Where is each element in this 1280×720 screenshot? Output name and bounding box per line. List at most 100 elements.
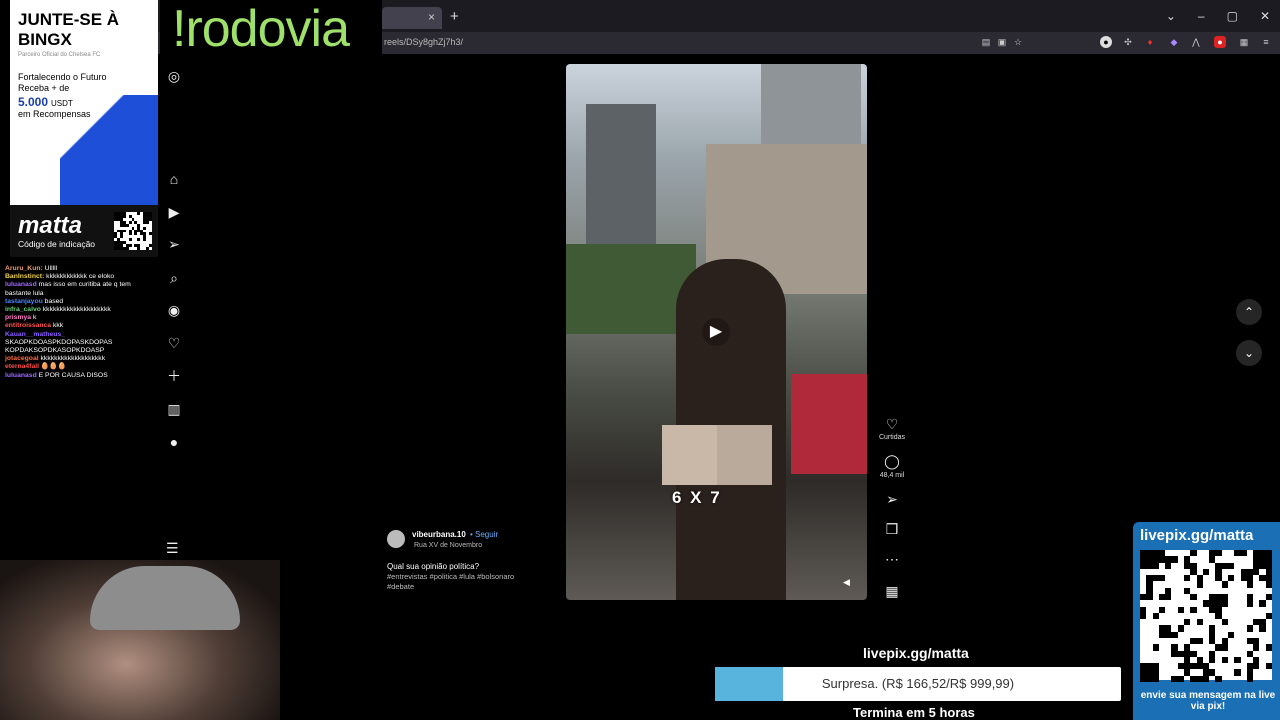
- search-icon[interactable]: ⌕: [166, 270, 182, 286]
- extension-off-icon[interactable]: ▦: [1238, 36, 1250, 48]
- author-name[interactable]: vibeurbana.10: [412, 530, 466, 539]
- goal-time-left: Termina em 5 horas: [853, 705, 975, 720]
- qr-module: [128, 244, 132, 248]
- audio-thumb-icon[interactable]: ▦: [884, 583, 900, 600]
- candidate-photos: [662, 425, 772, 485]
- qr-module: [125, 223, 129, 227]
- follow-button[interactable]: • Seguir: [470, 530, 498, 539]
- qr-module: [119, 235, 123, 239]
- chat-username: eterna4fall: [5, 363, 41, 371]
- qr-module: [1246, 625, 1254, 632]
- save-icon[interactable]: ❒: [884, 521, 900, 538]
- previous-reel-button[interactable]: ⌃: [1236, 299, 1262, 325]
- more-options-icon[interactable]: ⋯: [884, 551, 900, 568]
- qr-module: [1246, 675, 1254, 682]
- ad-qr-code: [114, 212, 152, 250]
- menu-icon[interactable]: ≡: [1260, 36, 1272, 48]
- qr-module: [1221, 600, 1228, 607]
- qr-footer: envie sua mensagem na live via pix!: [1140, 690, 1276, 712]
- building-tower: [761, 64, 861, 154]
- qr-module: [1177, 675, 1184, 682]
- home-icon[interactable]: ⌂: [166, 171, 182, 187]
- url-text[interactable]: reels/DSy8ghZj7h3/: [384, 37, 463, 47]
- create-icon[interactable]: ＋: [166, 368, 182, 384]
- dashboard-icon[interactable]: ▥: [166, 401, 182, 417]
- minimize-button[interactable]: –: [1198, 9, 1205, 23]
- qr-module: [1228, 575, 1235, 582]
- share-icon[interactable]: ➢: [884, 491, 900, 508]
- qr-module: [1190, 594, 1197, 601]
- ad-amount-row: 5.000 USDT: [18, 95, 73, 109]
- adblock-icon[interactable]: ●: [1214, 36, 1226, 48]
- explore-icon[interactable]: ◉: [166, 302, 182, 318]
- chat-text: 🥚🥚🥚: [40, 363, 67, 371]
- qr-module: [1152, 562, 1159, 569]
- stream-logo: !rodovia: [160, 0, 382, 62]
- play-icon[interactable]: ▶: [702, 318, 730, 346]
- likes-label: Curtidas: [878, 434, 906, 441]
- qr-module: [1265, 594, 1272, 601]
- qr-module: [1246, 600, 1254, 607]
- chat-text: based: [44, 297, 64, 305]
- chat-message: luluanasd E POR CAUSA DISOS: [5, 372, 155, 380]
- mute-icon[interactable]: ◀: [843, 577, 850, 588]
- notifications-icon[interactable]: ♡: [166, 335, 182, 351]
- qr-module: [137, 247, 141, 250]
- reels-icon[interactable]: ▶: [166, 204, 182, 220]
- chat-message: luluanasd mas isso em curitiba ate q tem…: [5, 281, 155, 297]
- qr-module: [1234, 669, 1241, 676]
- chat-text: Ulllll: [44, 265, 58, 272]
- qr-module: [1158, 606, 1166, 613]
- comments-count: 48,4 mil: [879, 472, 905, 479]
- qr-module: [146, 247, 150, 250]
- pocket-icon[interactable]: ▣: [996, 36, 1008, 48]
- qr-module: [1171, 556, 1178, 563]
- qr-module: [1196, 638, 1203, 645]
- instagram-logo-icon[interactable]: ◎: [166, 68, 182, 84]
- author-avatar[interactable]: [387, 530, 405, 548]
- messages-icon[interactable]: ➢: [166, 236, 182, 252]
- bookmark-star-icon[interactable]: ☆: [1012, 36, 1024, 48]
- next-reel-button[interactable]: ⌄: [1236, 340, 1262, 366]
- chat-username: entitroissanca: [5, 322, 53, 330]
- qr-module: [1171, 631, 1178, 638]
- reader-icon[interactable]: ▤: [980, 36, 992, 48]
- chat-text: kkkkkkkkkkkkkkkkkkk: [40, 355, 106, 363]
- maximize-button[interactable]: ▢: [1227, 9, 1238, 23]
- qr-module: [128, 232, 132, 236]
- candidate-photo-left: [662, 425, 717, 485]
- chat-username: prismya: [5, 314, 33, 322]
- extension-icon[interactable]: ●: [1100, 36, 1112, 48]
- comment-icon[interactable]: ◯: [884, 453, 900, 470]
- chat-message: prismya k: [5, 314, 155, 322]
- chat-text: kkk: [52, 322, 64, 330]
- qr-module: [1221, 619, 1228, 626]
- hashtags[interactable]: #entrevistas #politica #lula #bolsonaro …: [387, 572, 537, 592]
- like-icon[interactable]: ♡: [884, 416, 900, 433]
- location-label[interactable]: Rua XV de Novembro: [414, 542, 482, 549]
- profile-avatar[interactable]: ●: [166, 434, 182, 450]
- qr-module: [1190, 606, 1197, 613]
- new-tab-button[interactable]: +: [450, 8, 459, 25]
- qr-module: [1265, 663, 1272, 670]
- extension-a-icon[interactable]: ⋀: [1190, 36, 1202, 48]
- qr-module: [1158, 575, 1166, 582]
- qr-module: [149, 217, 152, 221]
- chat-text: k: [32, 314, 37, 322]
- ad-body-2: em Recompensas: [18, 109, 91, 119]
- qr-module: [1196, 581, 1203, 588]
- qr-module: [1190, 550, 1197, 557]
- qr-module: [1253, 644, 1260, 651]
- qr-module: [122, 214, 126, 218]
- tab-close-icon[interactable]: ×: [428, 10, 435, 24]
- qr-module: [128, 238, 132, 242]
- puzzle-icon[interactable]: ✣: [1122, 36, 1134, 48]
- extension-purple-icon[interactable]: ◆: [1168, 36, 1180, 48]
- chat-message: entitroissanca kkk: [5, 322, 155, 330]
- tab-list-icon[interactable]: ⌄: [1166, 9, 1176, 23]
- qr-module: [1152, 675, 1159, 682]
- score-overlay: 6 X 7: [672, 488, 722, 507]
- extension-badge-icon[interactable]: ♦: [1144, 36, 1156, 48]
- close-window-button[interactable]: ✕: [1260, 9, 1270, 23]
- more-menu-icon[interactable]: ☰: [166, 540, 179, 557]
